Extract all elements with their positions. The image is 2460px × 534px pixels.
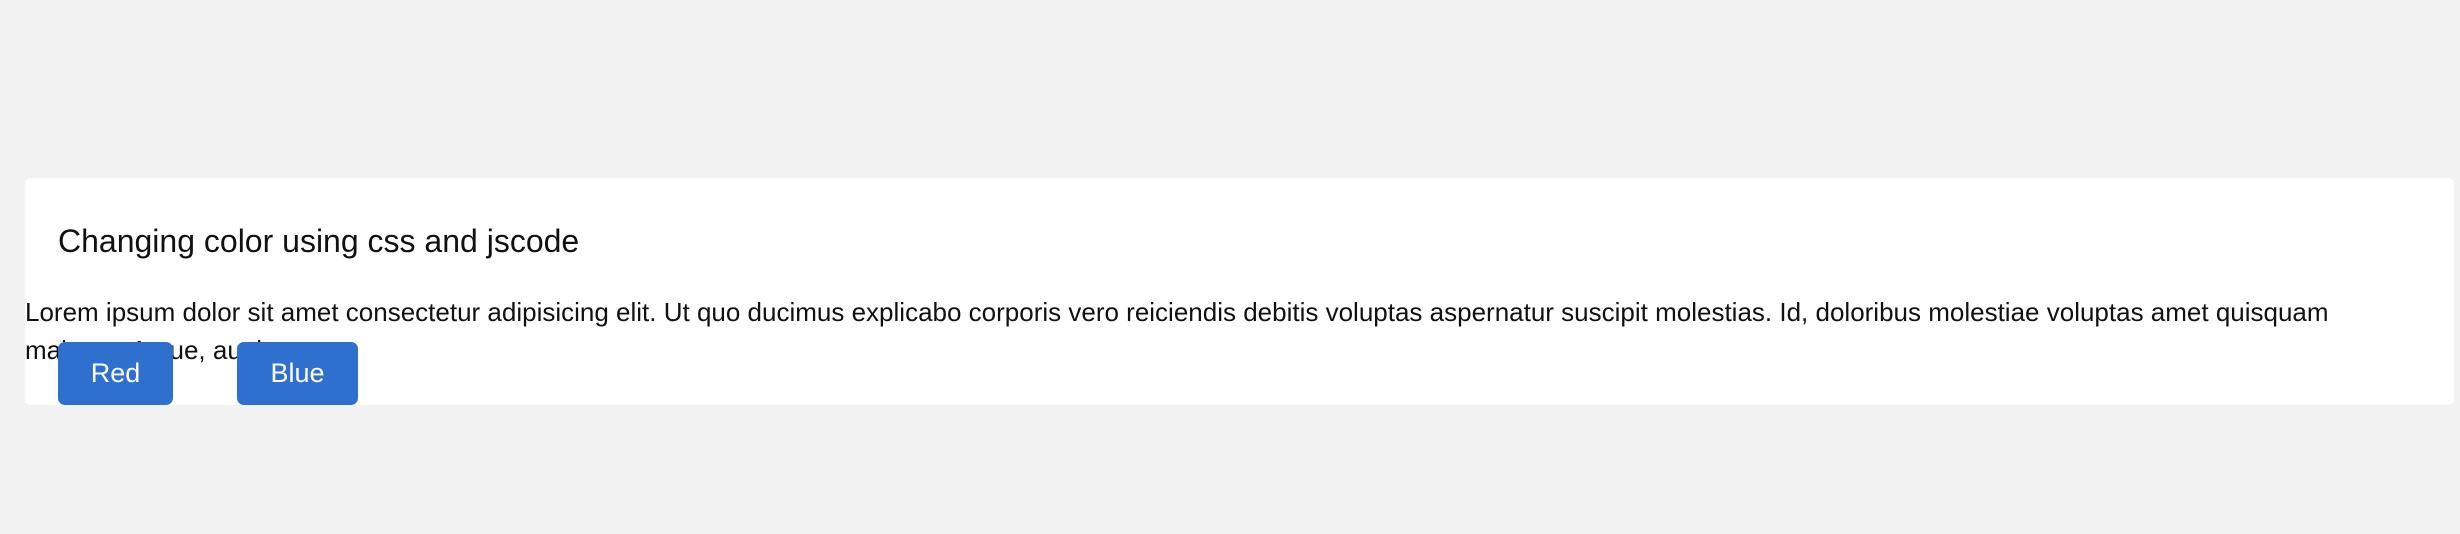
card-body-text: Lorem ipsum dolor sit amet consectetur a… (25, 297, 2329, 365)
red-button[interactable]: Red (58, 342, 173, 405)
card-title: Changing color using css and jscode (58, 223, 580, 260)
content-card (25, 178, 2454, 405)
blue-button[interactable]: Blue (237, 342, 358, 405)
